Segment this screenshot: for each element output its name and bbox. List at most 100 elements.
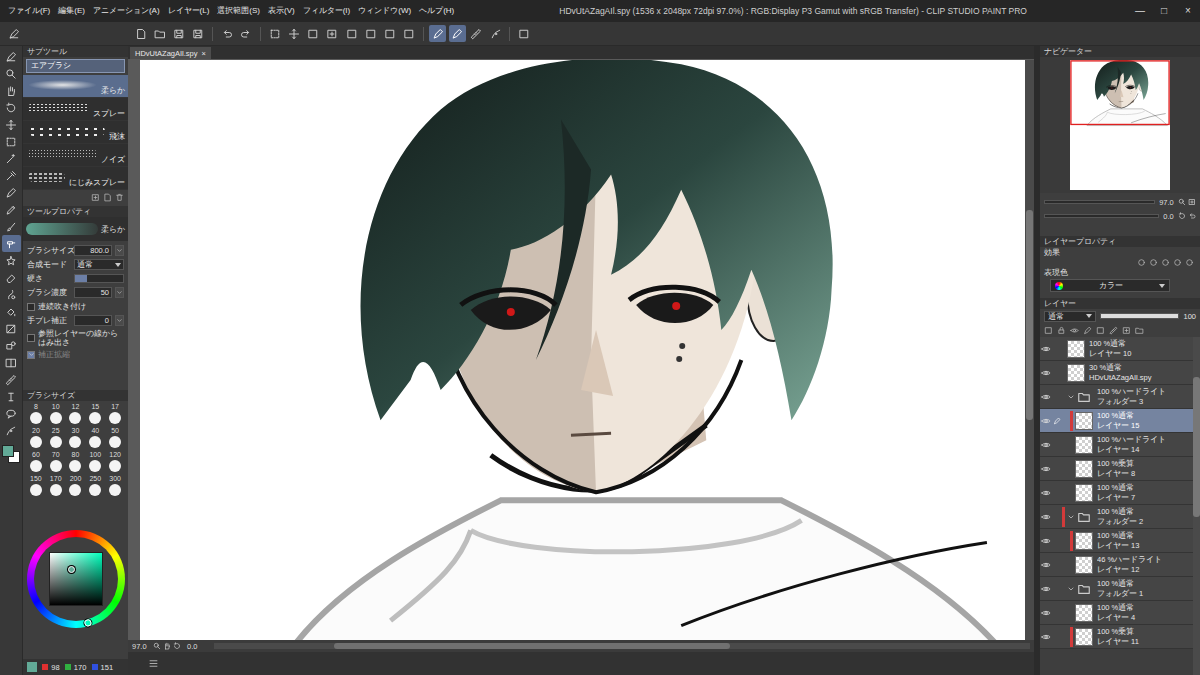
property-checkbox[interactable] — [27, 303, 35, 311]
tool-button[interactable] — [2, 150, 21, 167]
property-slider[interactable] — [74, 274, 124, 283]
opacity-slider[interactable] — [1100, 313, 1179, 319]
menu-item[interactable]: アニメーション(A) — [89, 6, 164, 16]
hand-icon[interactable] — [163, 642, 171, 650]
brush-item[interactable]: スプレー — [23, 98, 128, 121]
zoom-icon[interactable] — [1178, 198, 1186, 206]
brush-size-preset[interactable]: 80 — [66, 451, 86, 473]
zoom-icon[interactable] — [153, 642, 161, 650]
brush-size-preset[interactable]: 8 — [26, 403, 46, 425]
property-value-field[interactable]: 800.0 — [74, 245, 112, 256]
command-button[interactable] — [305, 25, 322, 42]
layer-row[interactable]: 100 %通常レイヤー 4 — [1040, 601, 1193, 625]
brush-item[interactable]: 柔らか — [23, 75, 128, 98]
tool-button[interactable] — [2, 269, 21, 286]
effect-circle-icon[interactable] — [1149, 258, 1158, 267]
trash-icon[interactable] — [115, 193, 124, 202]
brush-preset[interactable]: 柔らか — [23, 217, 128, 241]
brush-size-preset[interactable]: 120 — [105, 451, 125, 473]
eye-icon[interactable] — [1070, 326, 1079, 335]
tool-button[interactable] — [2, 252, 21, 269]
layer-folder-row[interactable]: 100 %通常フォルダー 1 — [1040, 577, 1193, 601]
rotate-icon[interactable] — [1178, 212, 1186, 220]
property-checkbox[interactable] — [27, 351, 35, 359]
tool-button[interactable] — [2, 405, 21, 422]
blend-mode-dropdown[interactable]: 通常 — [1044, 311, 1096, 322]
navigator-preview[interactable] — [1070, 60, 1170, 190]
layer-row[interactable]: 46 %ハードライトレイヤー 12 — [1040, 553, 1193, 577]
expression-color-dropdown[interactable]: カラー — [1050, 279, 1170, 292]
menu-item[interactable]: 編集(E) — [54, 6, 89, 16]
square-icon[interactable] — [1096, 326, 1105, 335]
layer-folder-row[interactable]: 100 %通常フォルダー 2 — [1040, 505, 1193, 529]
command-button[interactable] — [132, 25, 149, 42]
property-spin-button[interactable] — [115, 287, 124, 298]
command-button[interactable] — [171, 25, 188, 42]
color-g-value[interactable]: 170 — [74, 663, 87, 672]
plus-icon[interactable] — [91, 193, 100, 202]
property-value-field[interactable]: 0 — [74, 315, 112, 326]
brush-size-preset[interactable]: 25 — [46, 427, 66, 449]
tool-button[interactable] — [2, 354, 21, 371]
visibility-toggle[interactable] — [1040, 464, 1052, 474]
visibility-toggle[interactable] — [1040, 440, 1052, 450]
brush-item[interactable]: にじみスプレー — [23, 167, 128, 190]
menu-item[interactable]: レイヤー(L) — [164, 6, 214, 16]
command-button[interactable] — [487, 25, 504, 42]
brush-size-preset[interactable]: 50 — [105, 427, 125, 449]
tool-button[interactable] — [2, 82, 21, 99]
layer-row[interactable]: 100 %通常レイヤー 15 — [1040, 409, 1193, 433]
menu-item[interactable]: 選択範囲(S) — [213, 6, 264, 16]
layer-folder-row[interactable]: 100 %ハードライトフォルダー 3 — [1040, 385, 1193, 409]
command-button[interactable] — [190, 25, 207, 42]
command-button[interactable] — [285, 25, 302, 42]
layer-row[interactable]: 100 %通常レイヤー 10 — [1040, 337, 1193, 361]
expand-toggle[interactable] — [1067, 585, 1075, 593]
tool-button[interactable] — [2, 116, 21, 133]
visibility-toggle[interactable] — [1040, 392, 1052, 402]
zoom-value[interactable]: 97.0 — [132, 642, 147, 651]
tool-button[interactable] — [2, 235, 21, 252]
command-button[interactable] — [218, 25, 235, 42]
brush-size-preset[interactable]: 10 — [46, 403, 66, 425]
command-button[interactable] — [468, 25, 485, 42]
layer-row[interactable]: 100 %ハードライトレイヤー 14 — [1040, 433, 1193, 457]
command-button[interactable] — [151, 25, 168, 42]
opacity-value[interactable]: 100 — [1183, 312, 1196, 321]
command-button[interactable] — [266, 25, 283, 42]
brush-size-preset[interactable]: 17 — [105, 403, 125, 425]
tool-button[interactable] — [2, 337, 21, 354]
menu-item[interactable]: ヘルプ(H) — [415, 6, 458, 16]
tool-button[interactable] — [2, 201, 21, 218]
brush-size-preset[interactable]: 200 — [66, 475, 86, 497]
menu-item[interactable]: ウィンドウ(W) — [354, 6, 415, 16]
document-tab[interactable]: HDvUtAZagAIl.spy × — [130, 47, 211, 59]
layer-row[interactable]: 30 %通常HDvUtAZagAIl.spy — [1040, 361, 1193, 385]
brush-size-preset[interactable]: 150 — [26, 475, 46, 497]
brush-size-preset[interactable]: 40 — [85, 427, 105, 449]
visibility-toggle[interactable] — [1040, 632, 1052, 642]
expand-toggle[interactable] — [1067, 393, 1075, 401]
tool-button[interactable] — [2, 286, 21, 303]
plus-icon[interactable] — [1122, 326, 1131, 335]
tool-button[interactable] — [2, 320, 21, 337]
brush-size-preset[interactable]: 30 — [66, 427, 86, 449]
property-checkbox[interactable] — [27, 334, 35, 342]
brush-size-preset[interactable]: 15 — [85, 403, 105, 425]
hue-marker[interactable] — [84, 618, 93, 627]
tool-pen-icon[interactable] — [8, 28, 20, 40]
visibility-toggle[interactable] — [1040, 488, 1052, 498]
square-icon[interactable] — [1044, 326, 1053, 335]
tool-button[interactable] — [2, 133, 21, 150]
visibility-toggle[interactable] — [1040, 536, 1052, 546]
subtool-group-tab[interactable]: エアブラシ — [26, 59, 125, 73]
pen-icon[interactable] — [1083, 326, 1092, 335]
property-spin-button[interactable] — [115, 245, 124, 256]
close-tab-button[interactable]: × — [202, 49, 206, 58]
tool-button[interactable] — [2, 303, 21, 320]
command-button[interactable] — [449, 25, 466, 42]
close-button[interactable]: × — [1176, 5, 1200, 17]
command-button[interactable] — [343, 25, 360, 42]
file-icon[interactable] — [103, 193, 112, 202]
navigator-angle[interactable]: 0.0 — [1163, 212, 1173, 221]
